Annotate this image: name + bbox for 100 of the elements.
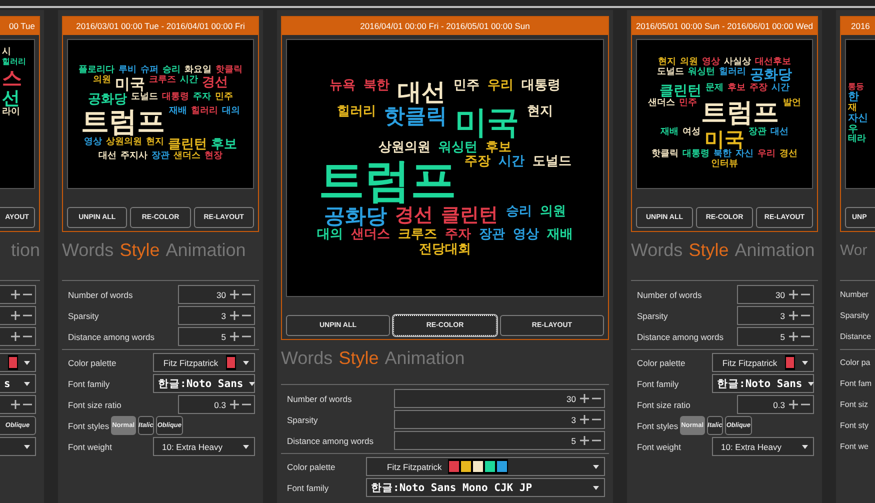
plus-icon[interactable] xyxy=(11,311,20,320)
cloud-word[interactable]: 시 xyxy=(2,48,11,58)
cloud-word[interactable]: 플로리다 xyxy=(78,66,114,76)
cloud-word[interactable]: 민주 xyxy=(679,99,697,128)
cloud-word[interactable]: 클린턴 xyxy=(168,138,207,152)
cloud-word[interactable]: 주자 xyxy=(193,92,211,107)
cloud-word[interactable]: 트럼프 xyxy=(701,99,779,128)
cloud-word[interactable]: 대통령 xyxy=(682,150,710,160)
cloud-word[interactable]: 샌더스 xyxy=(174,152,200,162)
cloud-word[interactable]: 워싱턴 xyxy=(688,68,715,84)
cloud-word[interactable]: 재배 xyxy=(547,228,573,243)
cloud-word[interactable]: 재배 xyxy=(660,128,678,150)
cloud-word[interactable]: 도널드 xyxy=(131,92,158,107)
cloud-word[interactable]: 의원 xyxy=(540,205,566,228)
cloud-word[interactable]: 발언 xyxy=(783,99,801,128)
cloud-word[interactable]: 장관 xyxy=(748,128,766,150)
cloud-word[interactable]: 상원의원 xyxy=(106,138,142,152)
cloud-word[interactable]: 영상 xyxy=(84,138,102,152)
cloud-word[interactable]: 핫클릭 xyxy=(384,105,447,140)
tab[interactable]: Style xyxy=(120,240,160,260)
number-field[interactable] xyxy=(0,285,36,304)
cloud-word[interactable]: 선 xyxy=(2,88,20,108)
cloud-word[interactable]: 워싱턴 xyxy=(438,140,478,155)
cloud-word[interactable]: 북한 xyxy=(364,78,390,106)
number-field[interactable] xyxy=(0,306,36,325)
weight-dropdown[interactable]: 10: Extra Heavy xyxy=(712,437,814,456)
cloud-word[interactable]: 주지사 xyxy=(120,152,148,162)
cloud-word[interactable]: 후보 xyxy=(486,140,512,155)
cloud-word[interactable]: 공화당 xyxy=(750,68,792,84)
cloud-word[interactable]: 장관 xyxy=(479,228,505,243)
cloud-word[interactable]: 도널드 xyxy=(532,154,572,206)
cloud-word[interactable]: 대통령 xyxy=(162,92,189,107)
cloud-word[interactable]: 핫클릭 xyxy=(216,66,242,76)
cloud-word[interactable]: 크루즈 xyxy=(149,76,176,93)
cloud-word[interactable]: 대통령 xyxy=(522,78,560,106)
cloud-word[interactable]: 힐러리 xyxy=(2,58,26,67)
number-field[interactable]: 3 xyxy=(178,306,255,325)
cloud-word[interactable]: 현지 xyxy=(146,138,164,152)
palette-dropdown[interactable]: Fitz Fitzpatrick xyxy=(712,353,814,372)
plus-icon[interactable] xyxy=(789,290,798,299)
cloud-word[interactable]: 시간 xyxy=(772,84,790,100)
plus-icon[interactable] xyxy=(230,290,239,299)
cloud-word[interactable]: 클린턴 xyxy=(441,205,498,228)
cloud-word[interactable]: 통등 xyxy=(848,82,864,92)
cloud-word[interactable]: 시간 xyxy=(498,154,524,206)
cloud-word[interactable]: 영상 xyxy=(513,228,539,243)
plus-icon[interactable] xyxy=(230,400,239,409)
cloud-word[interactable]: 후보 xyxy=(211,138,237,152)
font-dropdown[interactable]: s xyxy=(0,374,36,393)
cloud-word[interactable]: 대의 xyxy=(317,228,343,243)
palette-dropdown[interactable]: Fitz Fitzpatrick xyxy=(153,353,255,372)
cloud-word[interactable]: 트럼프 xyxy=(81,106,165,138)
number-field[interactable]: 5 xyxy=(394,431,605,450)
cloud-word[interactable]: 전당대회 xyxy=(419,242,471,258)
palette-dropdown[interactable] xyxy=(0,353,36,372)
cloud-word[interactable]: 승리 xyxy=(506,205,532,228)
cloud-word[interactable]: 자신 xyxy=(848,113,868,124)
weight-dropdown[interactable]: 10: Extra Heavy xyxy=(153,437,255,456)
cloud-word[interactable]: 한 xyxy=(848,91,859,104)
cloud-word[interactable]: 우리 xyxy=(758,150,776,160)
plus-icon[interactable] xyxy=(789,332,798,341)
cloud-word[interactable]: 경선 xyxy=(780,150,798,160)
cloud-word[interactable]: 공화당 xyxy=(88,92,127,107)
cloud-word[interactable]: 승리 xyxy=(162,66,180,76)
cloud-word[interactable]: 재 xyxy=(848,104,857,114)
cloud-word[interactable]: 주장 xyxy=(750,84,768,100)
cloud-word[interactable]: 트럼프 xyxy=(318,154,456,206)
font-dropdown[interactable]: 한글:Noto Sans xyxy=(712,374,814,393)
palette-dropdown[interactable]: Fitz Fitzpatrick xyxy=(366,457,605,476)
cloud-word[interactable]: 대선후보 xyxy=(755,58,791,68)
cloud-word[interactable]: 샌더스 xyxy=(351,228,390,243)
plus-icon[interactable] xyxy=(11,332,20,341)
tab[interactable]: Style xyxy=(688,240,729,260)
cloud-word[interactable]: 현지 xyxy=(527,105,553,140)
cloud-word[interactable]: 라이 xyxy=(2,108,20,118)
cloud-word[interactable]: 공화당 xyxy=(324,205,387,228)
cloud-word[interactable]: 주자 xyxy=(445,228,471,243)
cloud-word[interactable]: 사실상 xyxy=(724,58,751,68)
cloud-word[interactable]: 여성 xyxy=(682,128,700,150)
cloud-word[interactable]: 의원 xyxy=(680,58,698,68)
plus-icon[interactable] xyxy=(11,400,20,409)
cloud-word[interactable]: 크루즈 xyxy=(398,228,437,243)
number-field[interactable]: 30 xyxy=(394,389,605,408)
tab[interactable]: Style xyxy=(338,348,379,368)
cloud-word[interactable]: 민주 xyxy=(215,92,233,107)
cloud-word[interactable]: 경선 xyxy=(202,76,228,93)
cloud-word[interactable]: 도널드 xyxy=(657,68,684,84)
cloud-word[interactable]: 화요일 xyxy=(184,66,212,76)
number-field[interactable]: 3 xyxy=(737,306,814,325)
plus-icon[interactable] xyxy=(230,332,239,341)
cloud-word[interactable]: 대의 xyxy=(222,106,240,138)
cloud-word[interactable]: 대선 xyxy=(770,128,788,150)
cloud-word[interactable]: 상원의원 xyxy=(378,140,430,155)
cloud-word[interactable]: 핫클릭 xyxy=(652,150,678,160)
cloud-word[interactable]: 재배 xyxy=(169,106,187,138)
cloud-word[interactable]: 북한 xyxy=(714,150,732,160)
cloud-word[interactable]: 의원 xyxy=(93,76,111,93)
cloud-word[interactable]: 클린턴 xyxy=(660,84,702,100)
cloud-word[interactable]: 경선 xyxy=(395,205,433,228)
font-dropdown[interactable]: 한글:Noto Sans Mono CJK JP xyxy=(366,478,605,497)
